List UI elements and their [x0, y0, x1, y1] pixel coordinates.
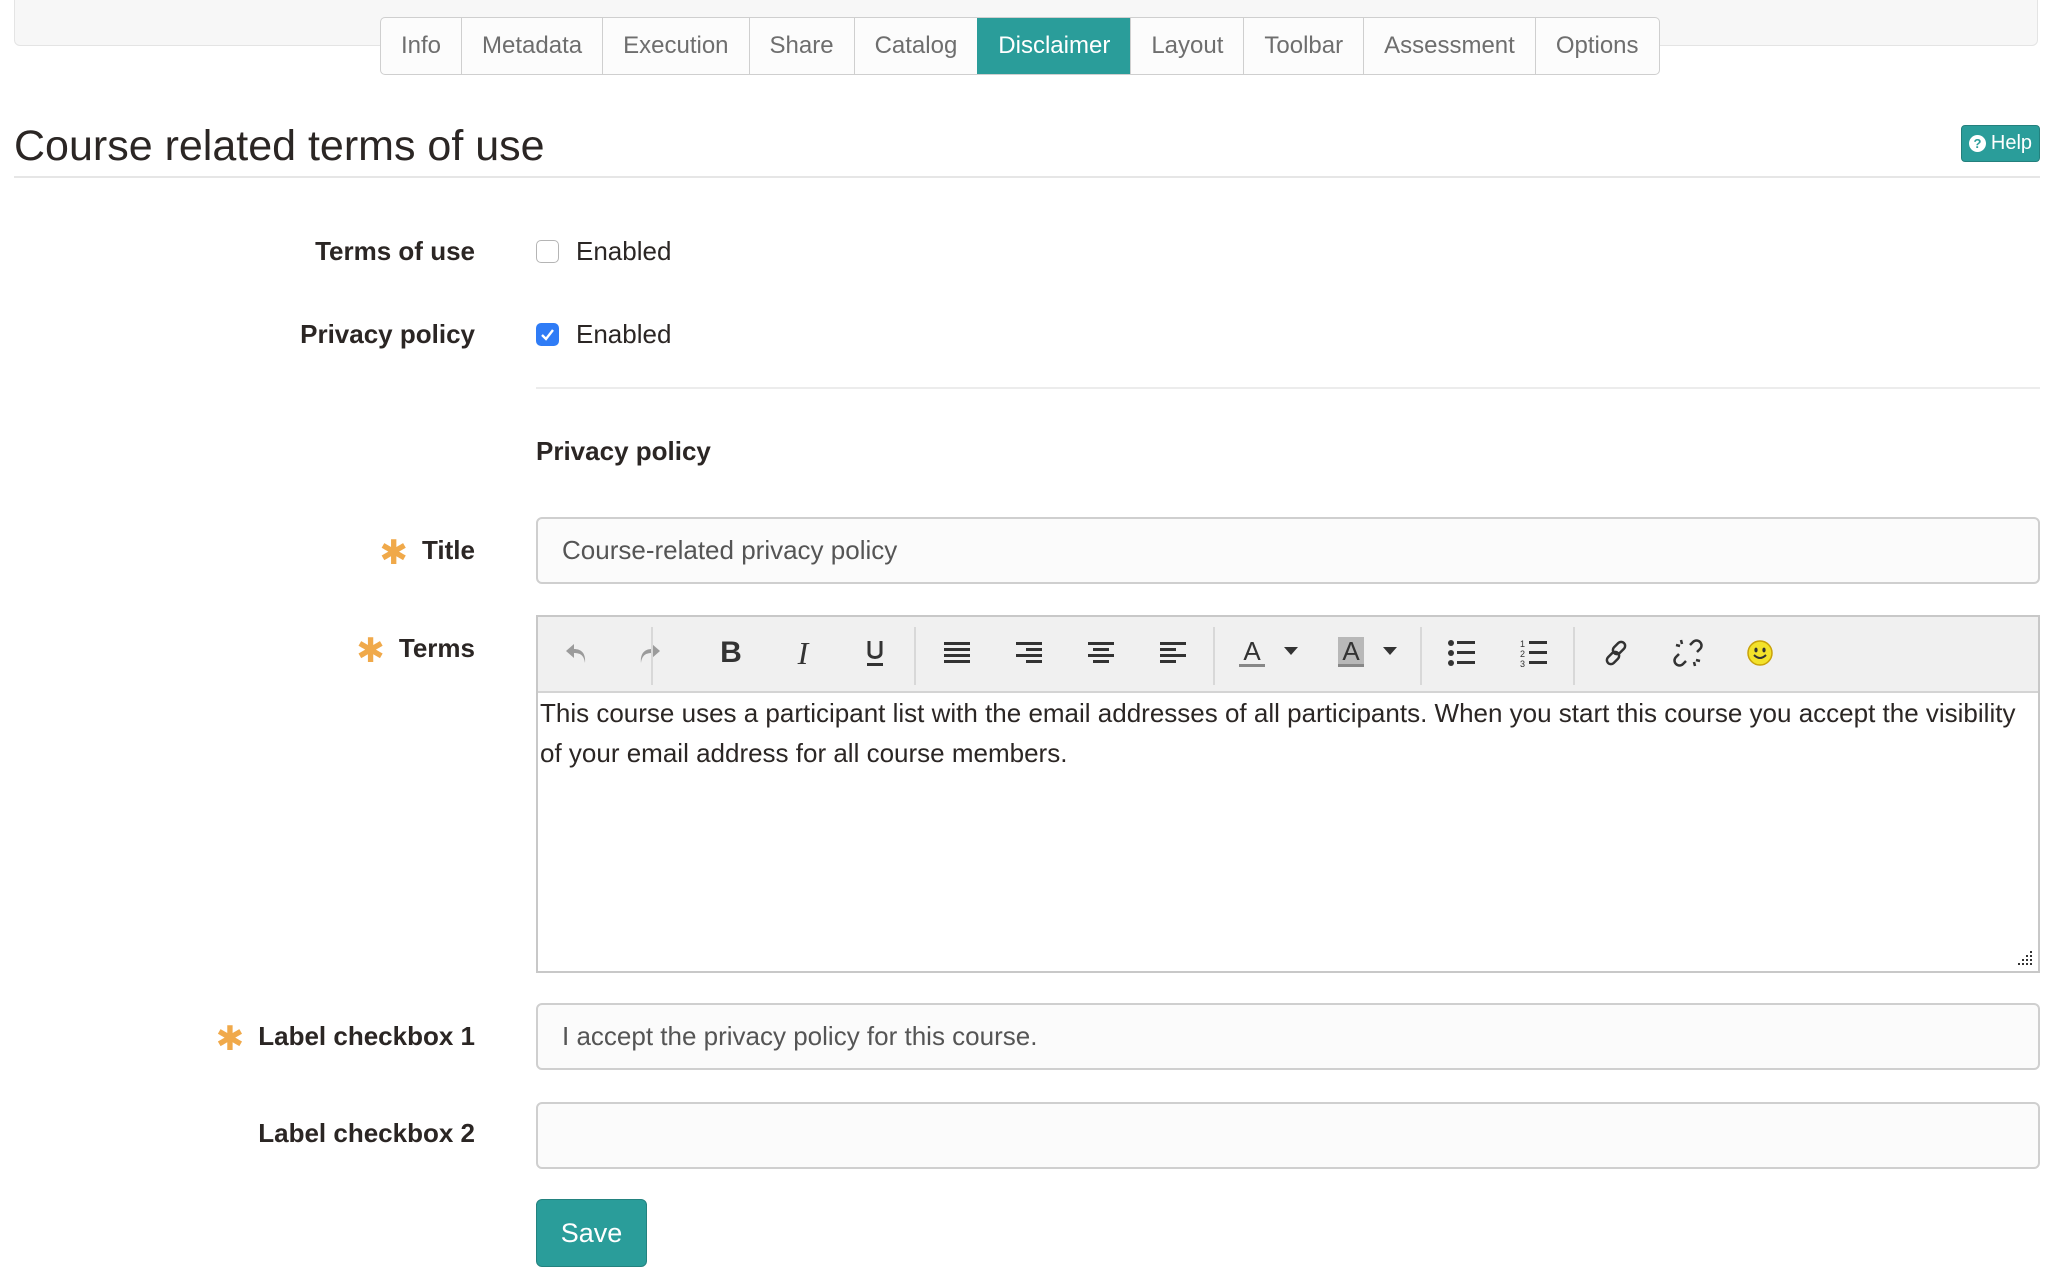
- italic-icon: I: [797, 634, 809, 671]
- bold-icon: B: [720, 636, 742, 669]
- bold-button[interactable]: B: [709, 631, 753, 675]
- title-label-text: Title: [422, 534, 475, 565]
- label-checkbox-2-label-text: Label checkbox 2: [258, 1118, 475, 1148]
- text-color-icon: A: [1239, 636, 1265, 667]
- align-right-button[interactable]: [1007, 631, 1051, 675]
- toolbar-separator: [1213, 627, 1215, 685]
- tab-catalog[interactable]: Catalog: [853, 18, 978, 74]
- privacy-policy-label-text: Privacy policy: [300, 319, 475, 349]
- tab-assessment[interactable]: Assessment: [1363, 18, 1535, 74]
- privacy-policy-section-heading: Privacy policy: [536, 436, 711, 466]
- label-checkbox-2-input[interactable]: [536, 1102, 2040, 1169]
- text-color-button[interactable]: A: [1230, 631, 1274, 675]
- section-divider: [536, 387, 2040, 389]
- question-circle-icon: ?: [1968, 135, 1986, 152]
- terms-of-use-label-text: Terms of use: [315, 236, 475, 266]
- resize-handle-icon[interactable]: [2016, 949, 2034, 967]
- tab-share[interactable]: Share: [748, 18, 854, 74]
- align-left-button[interactable]: [1151, 631, 1195, 675]
- privacy-policy-label: Privacy policy: [300, 319, 475, 350]
- page-title: Course related terms of use: [14, 122, 545, 170]
- unlink-icon: [1673, 639, 1703, 667]
- emoticons-button[interactable]: [1738, 631, 1782, 675]
- bullet-list-button[interactable]: [1440, 631, 1484, 675]
- align-right-icon: [1016, 642, 1042, 663]
- svg-text:3: 3: [1520, 659, 1525, 668]
- link-button[interactable]: [1594, 631, 1638, 675]
- tab-layout[interactable]: Layout: [1130, 18, 1243, 74]
- header-divider: [14, 176, 2040, 178]
- label-checkbox-1-label-text: Label checkbox 1: [258, 1020, 475, 1051]
- tab-toolbar[interactable]: Toolbar: [1243, 18, 1363, 74]
- tab-bar: Info Metadata Execution Share Catalog Di…: [380, 17, 1660, 75]
- save-button[interactable]: Save: [536, 1199, 647, 1267]
- text-color-dropdown-caret[interactable]: [1284, 647, 1298, 655]
- undo-button[interactable]: [555, 631, 599, 675]
- terms-of-use-checkbox[interactable]: [536, 240, 559, 263]
- underline-icon: [867, 641, 883, 666]
- privacy-policy-enabled-label[interactable]: Enabled: [576, 319, 671, 350]
- tab-options[interactable]: Options: [1534, 18, 1659, 74]
- background-color-dropdown-caret[interactable]: [1383, 647, 1397, 655]
- tab-execution[interactable]: Execution: [602, 18, 748, 74]
- svg-text:A: A: [1342, 636, 1360, 666]
- background-color-icon: A: [1338, 636, 1364, 667]
- terms-rich-text-editor: B I A A 1 2 3 This course uses a partici…: [536, 615, 2040, 973]
- bullet-list-icon: [1448, 640, 1475, 666]
- label-checkbox-2-label: Label checkbox 2: [258, 1118, 475, 1149]
- smiley-icon: [1747, 640, 1773, 666]
- help-button[interactable]: ? Help: [1961, 125, 2040, 162]
- svg-text:2: 2: [1520, 649, 1525, 659]
- tab-info[interactable]: Info: [381, 18, 461, 74]
- terms-label: ✱ Terms: [356, 631, 475, 670]
- svg-text:1: 1: [1520, 639, 1525, 649]
- svg-text:A: A: [1243, 636, 1261, 666]
- numbered-list-button[interactable]: 123: [1512, 631, 1556, 675]
- align-center-button[interactable]: [1079, 631, 1123, 675]
- terms-editor-content[interactable]: This course uses a participant list with…: [540, 693, 2030, 773]
- tab-disclaimer[interactable]: Disclaimer: [977, 18, 1131, 74]
- numbered-list-icon: 123: [1520, 639, 1547, 668]
- required-asterisk-icon: ✱: [356, 632, 385, 670]
- undo-icon: [566, 644, 586, 663]
- align-left-icon: [1160, 642, 1186, 663]
- terms-of-use-label: Terms of use: [315, 236, 475, 267]
- privacy-policy-checkbox[interactable]: [536, 323, 559, 346]
- redo-icon: [640, 644, 660, 663]
- tab-metadata[interactable]: Metadata: [461, 18, 602, 74]
- title-label: ✱ Title: [379, 533, 475, 572]
- label-checkbox-1-input[interactable]: I accept the privacy policy for this cou…: [536, 1003, 2040, 1070]
- link-icon: [1605, 640, 1627, 666]
- required-asterisk-icon: ✱: [215, 1020, 245, 1058]
- terms-label-text: Terms: [398, 632, 475, 663]
- unlink-button[interactable]: [1666, 631, 1710, 675]
- check-icon: [541, 329, 554, 341]
- label-checkbox-1-label: ✱ Label checkbox 1: [215, 1019, 475, 1058]
- toolbar-separator: [1573, 627, 1575, 685]
- toolbar-separator: [914, 627, 916, 685]
- terms-of-use-enabled-label[interactable]: Enabled: [576, 236, 671, 267]
- help-label: Help: [1990, 132, 2033, 154]
- editor-toolbar: B I A A 1 2 3: [538, 617, 2038, 693]
- background-color-button[interactable]: A: [1329, 631, 1373, 675]
- toolbar-separator: [1420, 627, 1422, 685]
- terms-of-use-option: Enabled: [536, 236, 671, 267]
- align-justify-icon: [944, 642, 970, 663]
- title-input[interactable]: Course-related privacy policy: [536, 517, 2040, 584]
- align-center-icon: [1088, 642, 1114, 663]
- italic-button[interactable]: I: [781, 631, 825, 675]
- align-justify-button[interactable]: [935, 631, 979, 675]
- toolbar-separator: [651, 627, 653, 685]
- redo-button[interactable]: [627, 631, 671, 675]
- privacy-policy-option: Enabled: [536, 319, 671, 350]
- required-asterisk-icon: ✱: [379, 534, 409, 572]
- underline-button[interactable]: [853, 631, 897, 675]
